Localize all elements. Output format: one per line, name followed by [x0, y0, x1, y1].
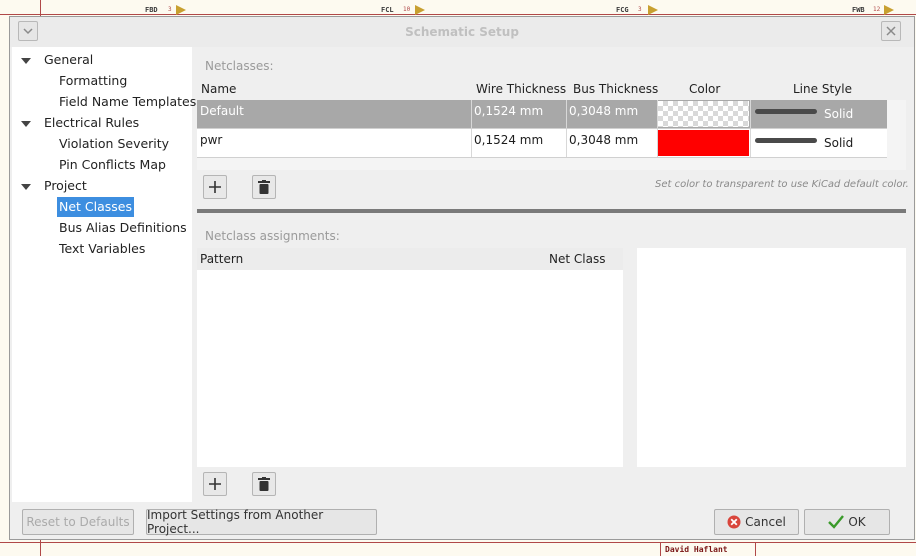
column-divider: [750, 129, 751, 157]
column-divider: [471, 129, 472, 157]
tree-item-bus-alias-definitions[interactable]: Bus Alias Definitions: [59, 218, 187, 238]
cancel-label: Cancel: [745, 515, 786, 529]
tree-item-general[interactable]: General: [44, 50, 93, 70]
net-label: 12: [873, 6, 881, 13]
trash-icon: [258, 180, 270, 194]
net-label: 3: [638, 6, 642, 13]
settings-tree[interactable]: General Formatting Field Name Templates …: [12, 47, 196, 502]
net-label: FCL: [381, 6, 394, 14]
net-flag-icon: [176, 5, 186, 15]
delete-assignment-button[interactable]: [252, 472, 276, 496]
column-header-bus-thickness[interactable]: Bus Thickness: [573, 82, 658, 96]
table-row[interactable]: pwr 0,1524 mm 0,3048 mm Solid: [197, 129, 887, 158]
ok-label: OK: [848, 515, 866, 529]
netclasses-section-label: Netclasses:: [205, 59, 274, 73]
assignments-section-label: Netclass assignments:: [205, 229, 340, 243]
plus-icon: [209, 181, 221, 193]
border-line: [0, 542, 916, 543]
column-header-net-class[interactable]: Net Class: [549, 252, 605, 266]
net-label: FWB: [852, 6, 865, 14]
column-header-name[interactable]: Name: [201, 82, 236, 96]
cancel-icon: [727, 515, 741, 529]
add-assignment-button[interactable]: [203, 472, 227, 496]
tree-item-net-classes[interactable]: Net Classes: [57, 197, 135, 217]
checkmark-icon: [828, 515, 845, 529]
net-label: FCG: [616, 6, 629, 14]
netclass-name[interactable]: Default: [200, 104, 244, 118]
delete-netclass-button[interactable]: [252, 175, 276, 199]
border-line: [660, 542, 661, 556]
line-style[interactable]: Solid: [824, 107, 853, 121]
expand-arrow-icon[interactable]: [21, 121, 31, 127]
title-bar: Schematic Setup: [10, 17, 914, 47]
author-name: David Haflant: [665, 545, 728, 554]
net-flag-icon: [648, 5, 658, 15]
reset-to-defaults-button[interactable]: Reset to Defaults: [22, 509, 134, 535]
column-divider: [750, 100, 751, 128]
tree-item-electrical-rules[interactable]: Electrical Rules: [44, 113, 139, 133]
column-divider: [566, 129, 567, 157]
column-header-wire-thickness[interactable]: Wire Thickness: [476, 82, 566, 96]
netclass-name[interactable]: pwr: [200, 133, 222, 147]
tree-item-field-name-templates[interactable]: Field Name Templates: [59, 92, 196, 112]
line-style-icon: [755, 109, 817, 114]
wire-thickness[interactable]: 0,1524 mm: [474, 133, 543, 147]
plus-icon: [209, 478, 221, 490]
tree-item-pin-conflicts-map[interactable]: Pin Conflicts Map: [59, 155, 166, 175]
border-line: [755, 542, 756, 556]
bus-thickness[interactable]: 0,3048 mm: [569, 133, 638, 147]
line-style-icon: [755, 138, 817, 143]
splitter-handle[interactable]: [197, 209, 906, 213]
color-hint: Set color to transparent to use KiCad de…: [655, 179, 909, 190]
add-netclass-button[interactable]: [203, 175, 227, 199]
color-swatch[interactable]: [658, 101, 749, 127]
assignments-grid[interactable]: Pattern Net Class: [197, 248, 623, 467]
column-header-pattern[interactable]: Pattern: [200, 252, 243, 266]
net-flag-icon: [884, 5, 894, 15]
column-divider: [566, 100, 567, 128]
expand-arrow-icon[interactable]: [21, 58, 31, 64]
tree-item-text-variables[interactable]: Text Variables: [59, 239, 145, 259]
net-label: 3: [168, 6, 172, 13]
net-label: 10: [403, 6, 411, 13]
matching-nets-list[interactable]: [637, 248, 906, 467]
schematic-setup-dialog: Schematic Setup General Formatting Field…: [9, 16, 915, 540]
net-flag-icon: [415, 5, 425, 15]
ok-button[interactable]: OK: [804, 509, 890, 535]
column-divider: [471, 100, 472, 128]
grid-header: Pattern Net Class: [197, 248, 623, 270]
close-button[interactable]: [881, 21, 901, 41]
bus-thickness[interactable]: 0,3048 mm: [569, 104, 638, 118]
grid-header: Name Wire Thickness Bus Thickness Color …: [197, 78, 906, 100]
color-swatch[interactable]: [658, 130, 749, 156]
column-header-color[interactable]: Color: [689, 82, 720, 96]
tree-item-project[interactable]: Project: [44, 176, 87, 196]
netclasses-grid[interactable]: Name Wire Thickness Bus Thickness Color …: [197, 78, 906, 170]
dialog-title: Schematic Setup: [405, 25, 519, 39]
expand-arrow-icon[interactable]: [21, 184, 31, 190]
tree-item-violation-severity[interactable]: Violation Severity: [59, 134, 169, 154]
net-label: FBD: [145, 6, 158, 14]
trash-icon: [258, 477, 270, 491]
column-header-line-style[interactable]: Line Style: [793, 82, 852, 96]
table-row[interactable]: Default 0,1524 mm 0,3048 mm Solid: [197, 100, 887, 129]
border-line: [0, 14, 916, 15]
cancel-button[interactable]: Cancel: [714, 509, 799, 535]
close-icon: [886, 26, 896, 36]
tree-item-formatting[interactable]: Formatting: [59, 71, 127, 91]
line-style[interactable]: Solid: [824, 136, 853, 150]
wire-thickness[interactable]: 0,1524 mm: [474, 104, 543, 118]
import-settings-button[interactable]: Import Settings from Another Project...: [146, 508, 377, 536]
